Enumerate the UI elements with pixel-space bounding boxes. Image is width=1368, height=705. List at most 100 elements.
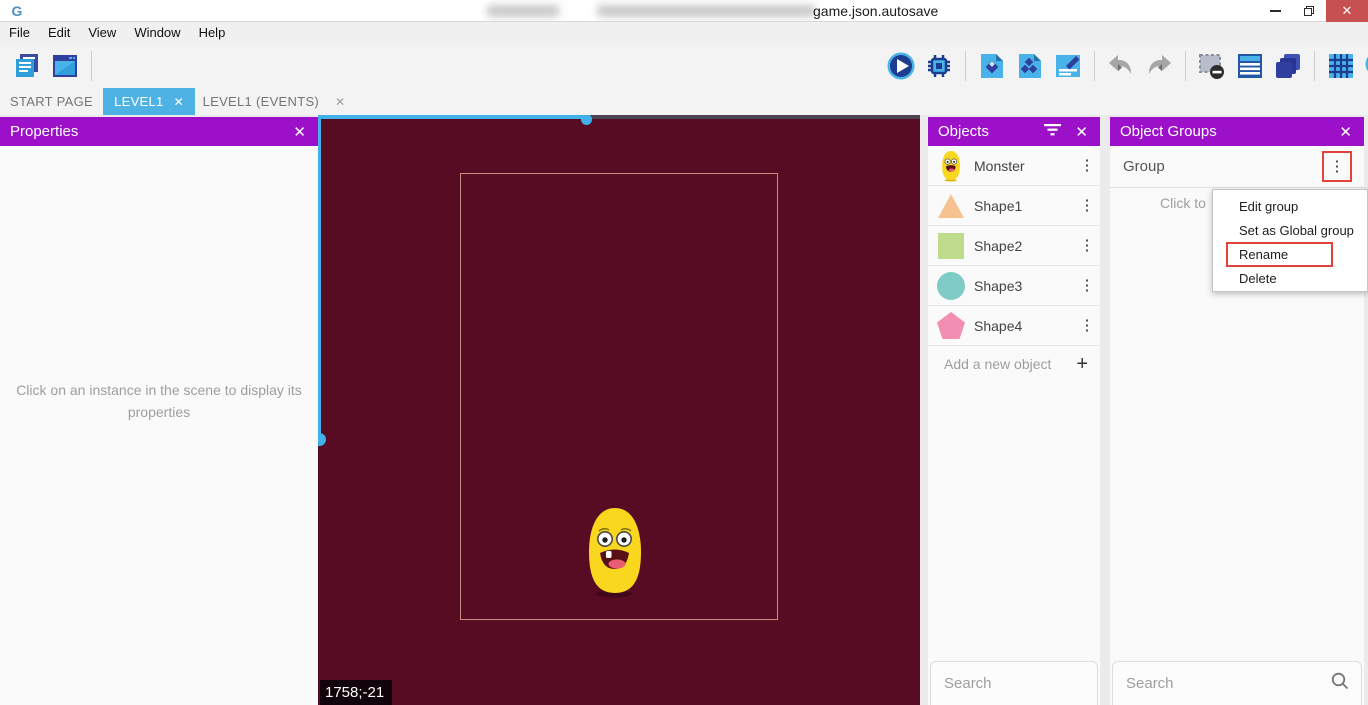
object-name: Shape2 xyxy=(974,238,1074,254)
cursor-coordinates: 1758;-21 xyxy=(320,680,392,705)
selection-handle-left[interactable] xyxy=(318,433,326,446)
menu-file[interactable]: File xyxy=(0,22,39,44)
menu-window[interactable]: Window xyxy=(125,22,189,44)
undo-icon[interactable] xyxy=(1104,50,1138,82)
add-object-icon[interactable] xyxy=(975,50,1009,82)
kebab-menu-icon[interactable]: ⋮ xyxy=(1074,279,1100,293)
close-icon: ✕ xyxy=(1342,3,1353,19)
tab-label: START PAGE xyxy=(10,94,93,109)
objects-panel: Objects ✕ Monster ⋮ xyxy=(928,117,1100,705)
tab-label: LEVEL1 (EVENTS) xyxy=(203,94,320,109)
menu-item-rename[interactable]: Rename xyxy=(1213,243,1367,267)
menu-view[interactable]: View xyxy=(79,22,125,44)
toolbar-divider xyxy=(965,51,966,81)
menu-item-delete[interactable]: Delete xyxy=(1213,267,1367,291)
edit-scene-properties-icon[interactable] xyxy=(1051,50,1085,82)
object-row-shape4[interactable]: Shape4 ⋮ xyxy=(928,306,1100,346)
object-name: Shape3 xyxy=(974,278,1074,294)
preview-play-icon[interactable] xyxy=(884,50,918,82)
objects-header: Objects ✕ xyxy=(928,117,1100,146)
group-name: Group xyxy=(1123,158,1354,175)
toolbar-divider xyxy=(1314,51,1315,81)
group-context-menu: Edit group Set as Global group Rename De… xyxy=(1212,189,1368,292)
start-page-icon[interactable] xyxy=(48,50,82,82)
tab-level1[interactable]: LEVEL1 ✕ xyxy=(103,88,195,115)
object-row-shape1[interactable]: Shape1 ⋮ xyxy=(928,186,1100,226)
zoom-1-1-icon[interactable]: 1:1 xyxy=(1362,50,1368,82)
pentagon-thumbnail-icon xyxy=(928,311,974,340)
close-icon[interactable]: ✕ xyxy=(291,123,308,141)
menu-item-edit-group[interactable]: Edit group xyxy=(1213,195,1367,219)
group-hint-text: Click to xyxy=(1160,195,1206,211)
menu-item-set-global-group[interactable]: Set as Global group xyxy=(1213,219,1367,243)
object-name: Shape4 xyxy=(974,318,1074,334)
redo-icon[interactable] xyxy=(1142,50,1176,82)
instances-list-icon[interactable] xyxy=(1233,50,1267,82)
close-icon[interactable]: ✕ xyxy=(1337,123,1354,141)
properties-panel: Properties ✕ Click on an instance in the… xyxy=(0,117,318,705)
filter-icon[interactable] xyxy=(1044,123,1061,140)
mask-icon[interactable] xyxy=(1195,50,1229,82)
tab-bar: START PAGE LEVEL1 ✕ LEVEL1 (EVENTS) ✕ xyxy=(0,88,1368,115)
toolbar: 1:1 xyxy=(0,44,1368,88)
tab-close-icon[interactable]: ✕ xyxy=(335,95,345,109)
object-row-monster[interactable]: Monster ⋮ xyxy=(928,146,1100,186)
selection-edge-top xyxy=(318,115,584,119)
gdevelop-logo-icon: G xyxy=(9,3,25,19)
triangle-thumbnail-icon xyxy=(928,192,974,220)
groups-search-input[interactable] xyxy=(1113,675,1331,692)
toolbar-divider xyxy=(91,51,92,81)
close-button[interactable]: ✕ xyxy=(1326,0,1368,22)
circle-thumbnail-icon xyxy=(928,272,974,300)
tab-level1-events[interactable]: LEVEL1 (EVENTS) ✕ xyxy=(195,88,353,115)
restore-icon xyxy=(1304,6,1314,16)
minimize-button[interactable] xyxy=(1258,0,1292,22)
object-row-shape2[interactable]: Shape2 ⋮ xyxy=(928,226,1100,266)
scene-canvas[interactable]: 1758;-21 xyxy=(318,115,920,705)
square-thumbnail-icon xyxy=(928,233,974,259)
close-icon[interactable]: ✕ xyxy=(1073,123,1090,141)
monster-instance[interactable] xyxy=(581,505,649,599)
restore-button[interactable] xyxy=(1292,0,1326,22)
search-icon[interactable] xyxy=(1331,672,1349,695)
objects-search-box xyxy=(930,661,1098,705)
annotation-box-kebab: ⋮ xyxy=(1322,151,1352,182)
object-name: Monster xyxy=(974,158,1074,174)
selection-handle-top[interactable] xyxy=(581,115,592,125)
tab-close-icon[interactable]: ✕ xyxy=(174,95,184,109)
redacted-title-segment xyxy=(487,5,559,17)
add-new-object-button[interactable]: Add a new object + xyxy=(928,346,1100,382)
plus-icon: + xyxy=(1076,353,1088,376)
object-groups-header: Object Groups ✕ xyxy=(1110,117,1364,146)
title-bar: G game.json.autosave ✕ xyxy=(0,0,1368,22)
object-groups-title: Object Groups xyxy=(1120,123,1217,140)
add-new-object-label: Add a new object xyxy=(944,356,1076,372)
layers-icon[interactable] xyxy=(1271,50,1305,82)
add-object-group-icon[interactable] xyxy=(1013,50,1047,82)
selection-edge-left xyxy=(318,115,321,441)
properties-title: Properties xyxy=(10,123,78,140)
tab-start-page[interactable]: START PAGE xyxy=(0,88,103,115)
redacted-title-segment xyxy=(597,5,815,17)
kebab-menu-icon[interactable]: ⋮ xyxy=(1074,159,1100,173)
groups-search-box xyxy=(1112,661,1362,705)
grid-icon[interactable] xyxy=(1324,50,1358,82)
kebab-menu-icon[interactable]: ⋮ xyxy=(1074,319,1100,333)
menu-bar: File Edit View Window Help xyxy=(0,22,1368,44)
kebab-menu-icon[interactable]: ⋮ xyxy=(1074,199,1100,213)
minimize-icon xyxy=(1270,10,1281,12)
properties-header: Properties ✕ xyxy=(0,117,318,146)
debugger-icon[interactable] xyxy=(922,50,956,82)
window-title: game.json.autosave xyxy=(813,3,938,19)
menu-edit[interactable]: Edit xyxy=(39,22,79,44)
objects-title: Objects xyxy=(938,123,989,140)
project-manager-icon[interactable] xyxy=(10,50,44,82)
kebab-menu-icon[interactable]: ⋮ xyxy=(1074,239,1100,253)
monster-thumbnail-icon xyxy=(928,150,974,182)
group-row[interactable]: Group ⋮ xyxy=(1110,146,1364,188)
object-row-shape3[interactable]: Shape3 ⋮ xyxy=(928,266,1100,306)
gdevelop-window: G game.json.autosave ✕ File Edit View Wi… xyxy=(0,0,1368,705)
properties-empty-message: Click on an instance in the scene to dis… xyxy=(12,379,306,423)
menu-help[interactable]: Help xyxy=(190,22,235,44)
kebab-menu-icon[interactable]: ⋮ xyxy=(1324,160,1350,174)
